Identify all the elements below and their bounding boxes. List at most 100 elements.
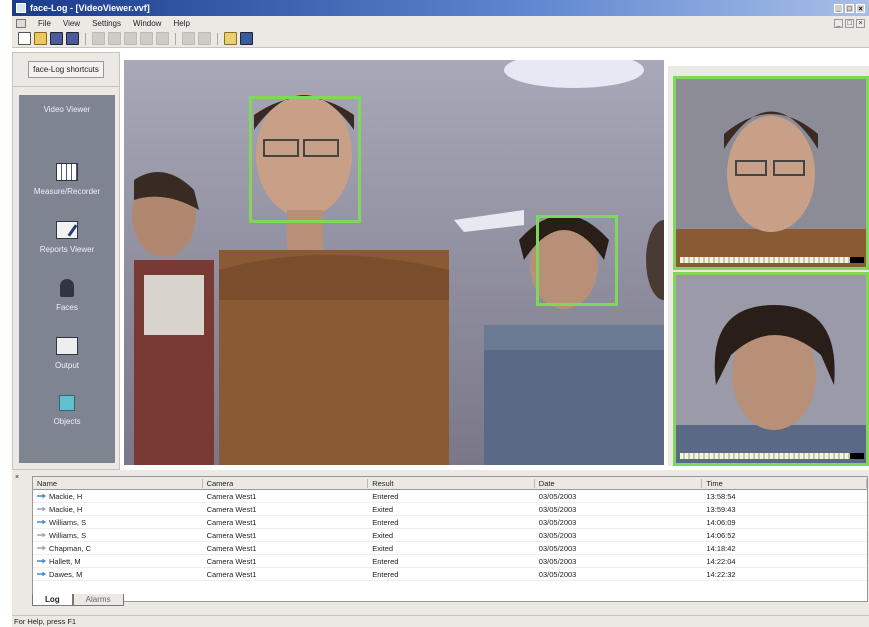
cell-time: 13:59:43 (706, 504, 736, 514)
column-header-date[interactable]: Date (535, 478, 703, 488)
shortcut-label: Output (54, 361, 79, 370)
entry-arrow-icon (37, 493, 46, 499)
doc-close-button[interactable]: × (856, 18, 865, 28)
menu-file[interactable]: File (38, 19, 51, 28)
title-bar: face-Log - [VideoViewer.vvf] _ □ × (12, 0, 869, 16)
face-detection-box[interactable] (249, 96, 361, 223)
face-detection-box[interactable] (536, 215, 618, 306)
cell-date: 03/05/2003 (538, 556, 577, 566)
cell-name-text: Williams, S (49, 530, 87, 540)
confidence-bar-end (850, 453, 864, 459)
face-thumbnail[interactable] (673, 76, 869, 270)
doc-restore-button[interactable]: □ (845, 18, 854, 28)
entry-arrow-icon (37, 571, 46, 577)
faces-icon (60, 279, 74, 297)
shortcut-faces[interactable]: Faces (19, 279, 115, 337)
entry-arrow-icon (37, 558, 46, 564)
cell-camera: Camera West1 (206, 491, 257, 501)
shortcut-label: Measure/Recorder (33, 187, 101, 196)
copy-icon[interactable] (108, 32, 121, 45)
cell-result: Entered (372, 491, 399, 501)
log-rows: Mackie, H Camera West1 Entered 03/05/2003 13… (33, 490, 867, 581)
table-row[interactable]: Hallett, M Camera West1 Entered 03/05/2003 1… (33, 555, 867, 568)
new-document-icon[interactable] (18, 32, 31, 45)
save-all-icon[interactable] (66, 32, 79, 45)
menu-window[interactable]: Window (133, 19, 161, 28)
cell-date: 03/05/2003 (538, 504, 577, 514)
exit-arrow-icon (37, 506, 46, 512)
redo-icon[interactable] (156, 32, 169, 45)
close-button[interactable]: × (856, 3, 865, 13)
menu-help[interactable]: Help (173, 19, 189, 28)
doc-minimize-button[interactable]: _ (834, 18, 843, 28)
tab-log[interactable]: Log (32, 594, 73, 606)
faces-panel (668, 66, 869, 466)
video-viewer-frame[interactable] (124, 60, 664, 465)
confidence-bar (680, 257, 864, 263)
cell-camera: Camera West1 (206, 556, 257, 566)
cell-camera: Camera West1 (206, 543, 257, 553)
maximize-button[interactable]: □ (845, 3, 854, 13)
face-thumbnail-image (676, 79, 866, 267)
face-thumbnail-image (676, 275, 866, 463)
table-row[interactable]: Mackie, H Camera West1 Exited 03/05/2003 13:… (33, 503, 867, 516)
document-window-controls: _ □ × (834, 18, 869, 28)
table-row[interactable]: Williams, S Camera West1 Entered 03/05/2003… (33, 516, 867, 529)
menu-view[interactable]: View (63, 19, 80, 28)
toolbar-separator (217, 32, 218, 45)
cell-camera: Camera West1 (206, 569, 257, 579)
save-icon[interactable] (50, 32, 63, 45)
column-header-name[interactable]: Name (33, 478, 203, 488)
shortcut-reports-viewer[interactable]: Reports Viewer (19, 221, 115, 279)
cell-date: 03/05/2003 (538, 543, 577, 553)
app-icon (16, 3, 26, 13)
cell-name-text: Hallett, M (49, 556, 81, 566)
help-icon[interactable] (224, 32, 237, 45)
face-thumbnail[interactable] (673, 272, 869, 466)
cut-icon[interactable] (92, 32, 105, 45)
table-row[interactable]: Dawes, M Camera West1 Entered 03/05/2003 14:… (33, 568, 867, 581)
shortcut-video-viewer[interactable]: Video Viewer (19, 105, 165, 173)
output-icon (56, 337, 78, 355)
table-row[interactable]: Chapman, C Camera West1 Exited 03/05/2003 14… (33, 542, 867, 555)
shortcut-label: Reports Viewer (39, 245, 95, 254)
column-header-camera[interactable]: Camera (203, 478, 369, 488)
cell-result: Exited (372, 543, 394, 553)
shortcuts-list: Video Viewer Measure/Recorder Reports Vi… (19, 95, 165, 463)
shortcuts-title-button[interactable]: face-Log shortcuts (28, 61, 104, 78)
cell-name-text: Mackie, H (49, 491, 83, 501)
panel-grip-icon[interactable]: × (15, 474, 19, 481)
tab-alarms[interactable]: Alarms (72, 594, 124, 606)
shortcuts-panel: face-Log shortcuts Video Viewer Measure/… (12, 52, 165, 470)
cell-name: Mackie, H (33, 505, 203, 514)
shortcut-output[interactable]: Output (19, 337, 115, 395)
exit-arrow-icon (37, 532, 46, 538)
document-menu-icon[interactable] (16, 18, 26, 28)
paste-icon[interactable] (124, 32, 137, 45)
undo-icon[interactable] (140, 32, 153, 45)
print-preview-icon[interactable] (198, 32, 211, 45)
cell-time: 14:22:32 (706, 569, 736, 579)
confidence-bar (680, 453, 864, 459)
whats-this-icon[interactable] (240, 32, 253, 45)
table-row[interactable]: Williams, S Camera West1 Exited 03/05/2003 1… (33, 529, 867, 542)
log-tabs: Log Alarms (32, 594, 124, 606)
column-header-time[interactable]: Time (702, 478, 867, 488)
cell-name: Williams, S (33, 518, 203, 527)
print-icon[interactable] (182, 32, 195, 45)
column-header-result[interactable]: Result (368, 478, 535, 488)
menu-settings[interactable]: Settings (92, 19, 121, 28)
shortcut-objects[interactable]: Objects (19, 395, 115, 453)
shortcut-label: Objects (53, 417, 81, 426)
minimize-button[interactable]: _ (834, 3, 843, 13)
measure-recorder-icon (56, 163, 78, 181)
menu-bar: File View Settings Window Help _ □ × (12, 16, 869, 30)
cell-date: 03/05/2003 (538, 530, 577, 540)
table-row[interactable]: Mackie, H Camera West1 Entered 03/05/2003 13… (33, 490, 867, 503)
cell-name-text: Williams, S (49, 517, 87, 527)
shortcut-measure-recorder[interactable]: Measure/Recorder (19, 163, 115, 221)
cell-result: Exited (372, 504, 394, 514)
open-folder-icon[interactable] (34, 32, 47, 45)
confidence-bar-end (850, 257, 864, 263)
toolbar-separator (175, 32, 176, 45)
